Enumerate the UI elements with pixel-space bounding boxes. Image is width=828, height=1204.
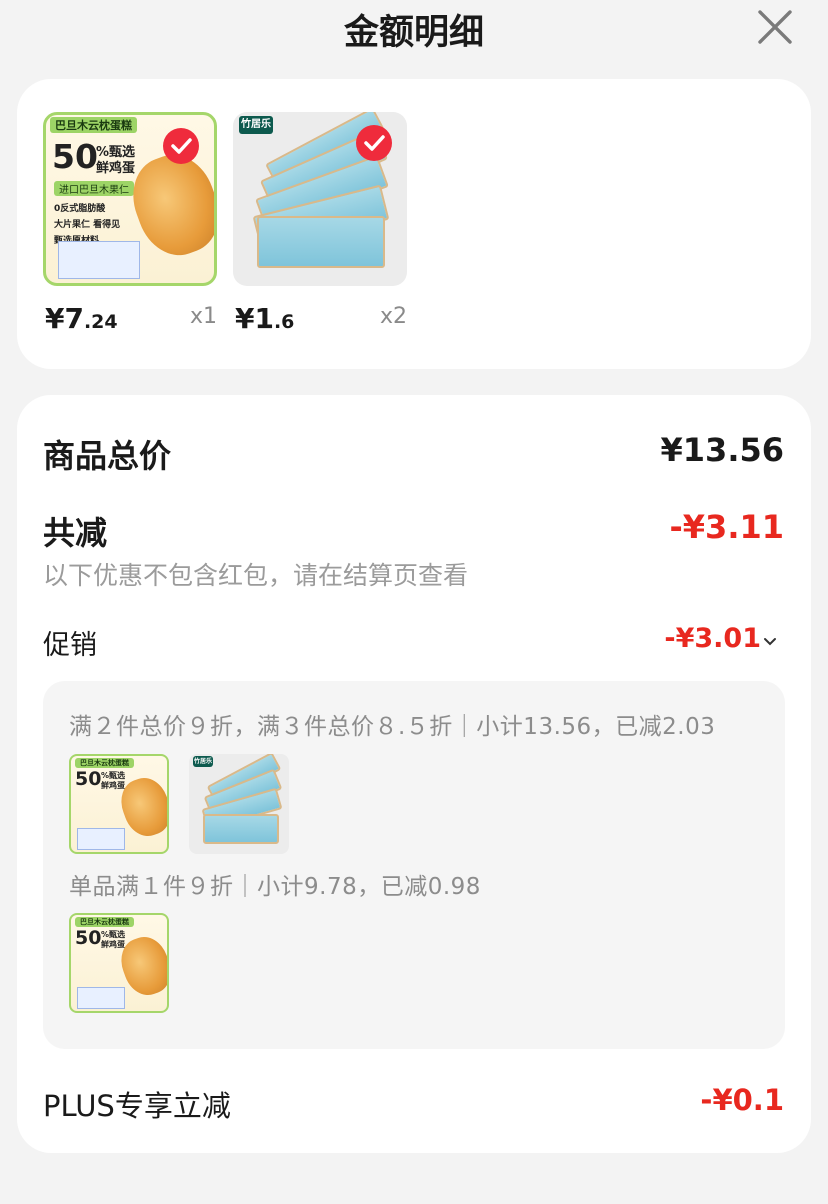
product-item[interactable]: 巴旦木云枕蛋糕 50 %甄选 鲜鸡蛋 进口巴旦木果仁 0反式脂肪酸 大片果仁 看… (43, 112, 217, 335)
promo-product-thumb[interactable]: 竹居乐 (189, 754, 289, 854)
badge-text-2: 鲜鸡蛋 (101, 781, 125, 790)
plus-discount-value: -¥0.1 (700, 1083, 784, 1117)
product-quantity: x2 (379, 304, 407, 329)
badge-number: 50 (75, 768, 102, 790)
price-decimal: .6 (273, 311, 295, 333)
product-image[interactable]: 竹居乐 (233, 112, 407, 286)
product-list-card: 巴旦木云枕蛋糕 50 %甄选 鲜鸡蛋 进口巴旦木果仁 0反式脂肪酸 大片果仁 看… (17, 79, 811, 369)
promo-detail-box: 满２件总价９折，满３件总价８.５折｜小计13.56，已减2.03 巴旦木云枕蛋糕… (43, 681, 785, 1049)
product-quantity: x1 (189, 304, 217, 329)
brand-logo: 竹居乐 (193, 756, 213, 767)
promo-product-thumb[interactable]: 巴旦木云枕蛋糕 50 %甄选 鲜鸡蛋 (69, 913, 169, 1013)
box-illustration (58, 241, 140, 279)
chevron-down-icon[interactable] (763, 637, 777, 647)
brand-logo: 竹居乐 (239, 116, 273, 134)
price-decimal: .24 (83, 311, 118, 333)
price-integer: ¥7 (45, 302, 84, 335)
box-illustration (77, 987, 125, 1009)
product-image[interactable]: 巴旦木云枕蛋糕 50 %甄选 鲜鸡蛋 进口巴旦木果仁 0反式脂肪酸 大片果仁 看… (43, 112, 217, 286)
close-icon[interactable] (756, 8, 794, 46)
product-name-tag: 巴旦木云枕蛋糕 (75, 758, 134, 768)
price-integer: ¥1 (235, 302, 274, 335)
box-illustration (77, 828, 125, 850)
plus-discount-label: PLUS专享立减 (43, 1089, 231, 1123)
feature-line: 0反式脂肪酸 (54, 204, 106, 214)
selected-check-icon (163, 128, 199, 164)
promo-product-thumb[interactable]: 巴旦木云枕蛋糕 50 %甄选 鲜鸡蛋 (69, 754, 169, 854)
promo-label[interactable]: 促销 (43, 623, 97, 662)
total-label: 商品总价 (43, 437, 172, 475)
page-title: 金额明细 (343, 13, 484, 53)
discount-note: 以下优惠不包含红包，请在结算页查看 (43, 561, 469, 590)
badge-number: 50 (52, 137, 98, 176)
product-price: ¥1.6 (235, 302, 294, 335)
product-price: ¥7.24 (45, 302, 118, 335)
promo-rule-line: 满２件总价９折，满３件总价８.５折｜小计13.56，已减2.03 (69, 714, 716, 740)
feature-line: 大片果仁 看得见 (54, 220, 121, 230)
selected-check-icon (356, 125, 392, 161)
discount-value: -¥3.11 (669, 508, 785, 546)
total-value: ¥13.56 (660, 431, 784, 469)
sub-tag: 进口巴旦木果仁 (54, 181, 134, 196)
product-name-tag: 巴旦木云枕蛋糕 (50, 117, 137, 133)
badge-text-2: 鲜鸡蛋 (96, 161, 136, 176)
toothpick-pack (257, 216, 385, 268)
header: 金额明细 (0, 0, 828, 56)
toothpick-pack (203, 814, 279, 844)
badge-text-2: 鲜鸡蛋 (101, 940, 125, 949)
amount-breakdown-card: 商品总价 ¥13.56 共减 -¥3.11 以下优惠不包含红包，请在结算页查看 … (17, 395, 811, 1153)
discount-label: 共减 (43, 514, 108, 552)
product-item[interactable]: 竹居乐 ¥1.6 x2 (233, 112, 407, 335)
promo-rule-line: 单品满１件９折｜小计9.78，已减0.98 (69, 874, 481, 900)
product-name-tag: 巴旦木云枕蛋糕 (75, 917, 134, 927)
promo-value[interactable]: -¥3.01 (664, 623, 761, 654)
badge-number: 50 (75, 927, 102, 949)
